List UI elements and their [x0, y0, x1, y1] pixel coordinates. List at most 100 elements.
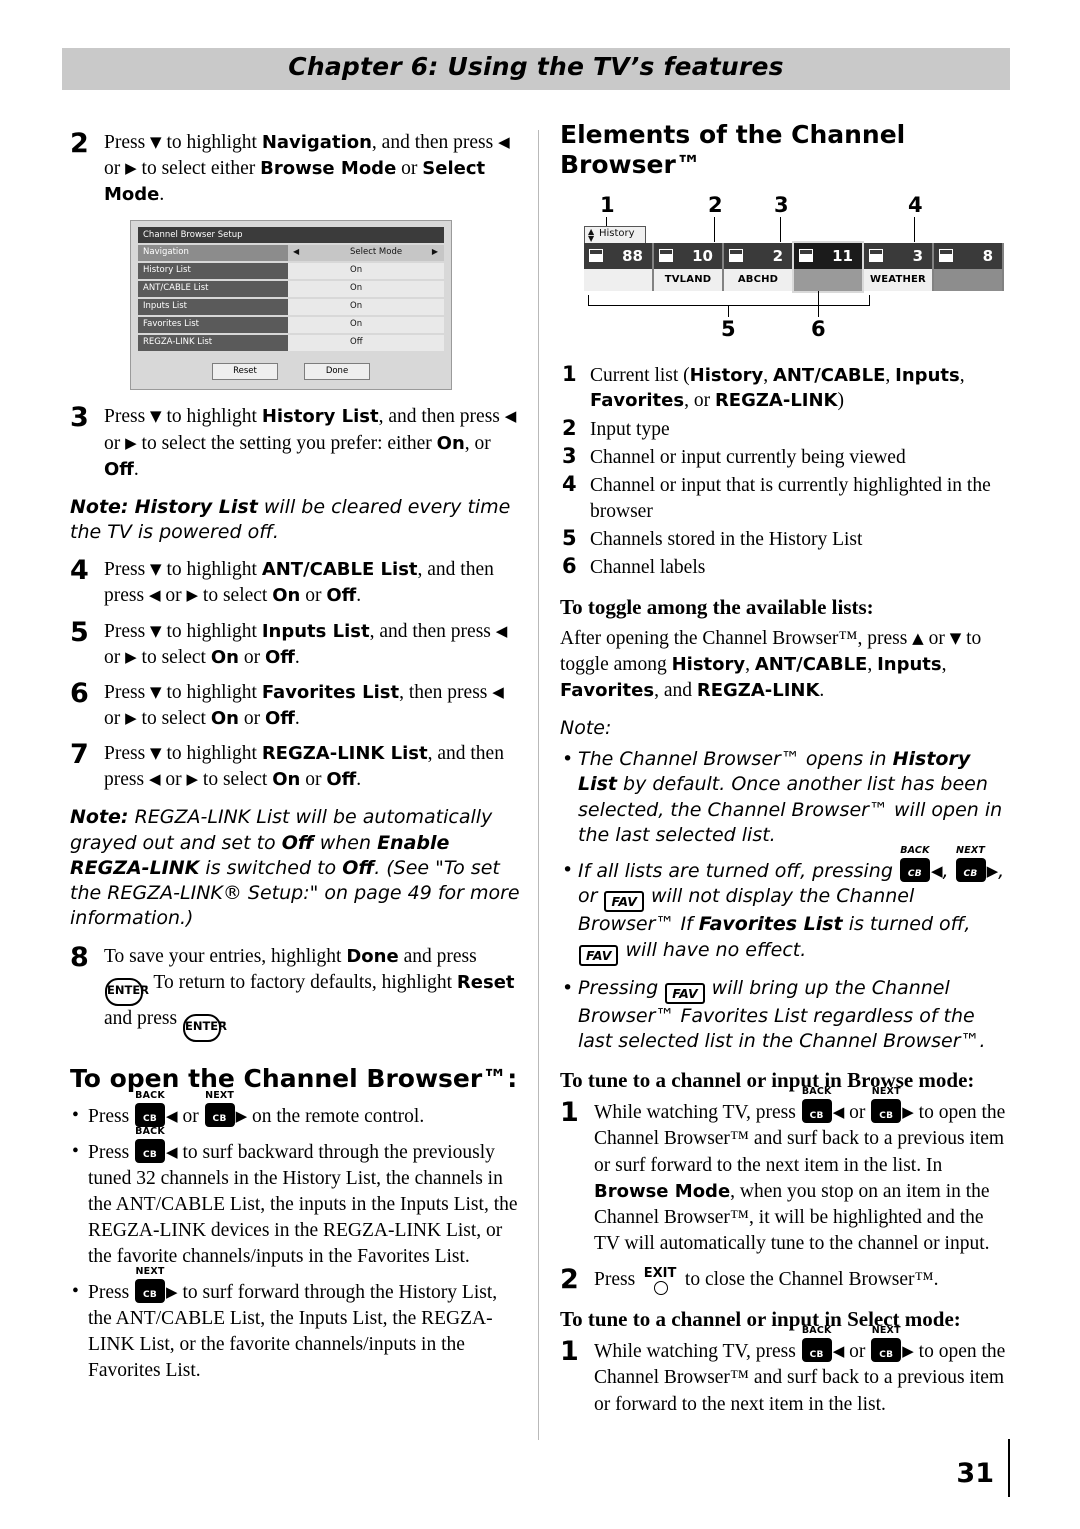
next-cb-key-icon[interactable]: NEXT CB: [871, 1325, 902, 1363]
menu-row-favorites-list[interactable]: Favorites List On: [138, 317, 444, 334]
enter-key-icon[interactable]: ENTER: [182, 1013, 227, 1042]
key-top-label: BACK: [900, 845, 930, 857]
t: Press: [88, 1281, 135, 1303]
legend-number: 5: [562, 526, 577, 551]
t: , then press: [399, 681, 493, 703]
term-regza-link-list: REGZA-LINK List: [261, 743, 428, 765]
term-ant-cable: ANT/CABLE: [772, 365, 886, 386]
leader-line-5: [728, 305, 729, 317]
step-3: 3 Press ▼ to highlight History List, and…: [70, 402, 520, 482]
browser-cell-2[interactable]: 10 TVLAND: [654, 243, 722, 291]
key-label: CB: [963, 869, 978, 880]
leader-line-4: [914, 217, 915, 242]
menu-row-navigation[interactable]: Navigation ◀ Select Mode ▶: [138, 245, 444, 262]
input-type-icon: [729, 249, 743, 262]
fav-key-icon[interactable]: FAV: [579, 944, 619, 966]
next-cb-key-icon[interactable]: NEXT CB: [135, 1266, 166, 1303]
footer-rule: [1008, 1439, 1010, 1497]
channel-browser-bar: 88 10 TVLAND 2 ABCHD 11 3 WEATHER 8: [584, 241, 1004, 293]
menu-row-history-list[interactable]: History List On: [138, 263, 444, 280]
step-number: 2: [560, 1264, 579, 1296]
key-label: CB: [809, 1350, 824, 1361]
term-history-list: History List: [261, 406, 379, 428]
t: or: [923, 627, 950, 649]
leader-line-6: [818, 291, 819, 317]
browser-cell-3[interactable]: 2 ABCHD: [724, 243, 792, 291]
step-text: Press: [104, 132, 151, 153]
heading-browse-mode: To tune to a channel or input in Browse …: [560, 1068, 975, 1093]
term-off: Off: [281, 831, 314, 854]
back-cb-key-icon[interactable]: BACK CB: [899, 845, 930, 883]
term-on: On: [272, 585, 301, 607]
t: by default. Once another list has been s…: [578, 773, 1003, 846]
back-cb-key-icon[interactable]: BACK CB: [135, 1090, 166, 1128]
term-inputs: Inputs: [877, 653, 942, 675]
fav-key-icon[interactable]: FAV: [665, 982, 705, 1004]
note-label: Note:: [70, 495, 129, 518]
menu-row-ant-cable-list[interactable]: ANT/CABLE List On: [138, 281, 444, 298]
select-step-1: 1 While watching TV, press BACK CB ◀ or NE…: [560, 1325, 1012, 1417]
arrow-right-icon: ▶: [235, 1107, 248, 1126]
input-type-icon: [799, 249, 813, 262]
term-off: Off: [104, 458, 134, 480]
channel-browser-diagram: 1 2 3 4 ▲ ▼ History 88 10 TVLAND 2 ABCHD…: [578, 193, 1008, 355]
arrow-left-icon: ◀: [832, 1103, 845, 1122]
left-column: 2 Press ▼ to highlight Navigation, and t…: [70, 128, 520, 1392]
t: or: [160, 769, 187, 791]
back-cb-key-icon[interactable]: BACK CB: [135, 1126, 166, 1164]
heading-elements: Elements of the Channel Browser™: [560, 120, 906, 179]
enter-key-icon[interactable]: ENTER: [105, 977, 149, 1006]
step-number: 1: [560, 1097, 579, 1129]
arrow-down-icon: ▼: [150, 682, 162, 701]
channel-label: WEATHER: [864, 269, 932, 291]
next-cb-key-icon[interactable]: NEXT CB: [955, 845, 986, 883]
exit-key-icon[interactable]: EXIT: [641, 1266, 679, 1296]
arrow-right-icon[interactable]: ▶: [432, 247, 438, 256]
reset-button[interactable]: Reset: [212, 363, 278, 381]
browser-cell-1[interactable]: 88: [584, 243, 652, 291]
t: ,: [867, 653, 878, 675]
key-circle: [654, 1281, 669, 1296]
leader-line-2: [714, 217, 715, 242]
legend-item-3: 3 Channel or input currently being viewed: [560, 444, 1012, 470]
legend-item-5: 5 Channels stored in the History List: [560, 526, 1012, 552]
channel-label: [584, 269, 652, 291]
browser-cell-4-highlighted[interactable]: 11: [792, 241, 864, 293]
t: ,: [763, 365, 773, 386]
browser-cell-6[interactable]: 8: [934, 243, 1002, 291]
back-cb-key-icon[interactable]: BACK CB: [801, 1325, 832, 1363]
term-on: On: [210, 646, 239, 668]
t: While watching TV, press: [594, 1102, 801, 1124]
step-number: 1: [560, 1336, 579, 1368]
legend-item-2: 2 Input type: [560, 416, 1012, 442]
menu-row-regza-link-list[interactable]: REGZA-LINK List Off: [138, 335, 444, 352]
arrow-left-icon: ◀: [166, 1143, 178, 1162]
menu-row-value-wrap: ◀ Select Mode ▶: [288, 245, 444, 262]
t: Press: [104, 559, 151, 581]
next-cb-key-icon[interactable]: NEXT CB: [204, 1090, 235, 1128]
term-browse-mode: Browse Mode: [594, 1180, 731, 1202]
arrow-up-icon: ▲: [912, 628, 924, 647]
menu-row-inputs-list[interactable]: Inputs List On: [138, 299, 444, 316]
leader-line-3: [780, 217, 781, 242]
arrow-down-icon: ▼: [949, 628, 962, 647]
browser-cell-5[interactable]: 3 WEATHER: [864, 243, 932, 291]
key-top-label: NEXT: [871, 1325, 901, 1337]
t: .: [356, 585, 362, 607]
channel-number: 2: [772, 247, 783, 265]
back-cb-key-icon[interactable]: BACK CB: [801, 1086, 832, 1124]
term-off: Off: [264, 646, 295, 668]
done-button[interactable]: Done: [304, 363, 370, 381]
arrow-left-icon: ◀: [148, 586, 161, 605]
page-number: 31: [956, 1458, 994, 1489]
arrow-left-icon: ◀: [504, 407, 517, 426]
t: or: [844, 1341, 871, 1363]
arrow-left-icon[interactable]: ◀: [293, 247, 299, 256]
next-cb-key-icon[interactable]: NEXT CB: [871, 1086, 902, 1124]
fav-key-icon[interactable]: FAV: [604, 891, 644, 913]
t: Press: [88, 1142, 135, 1164]
arrow-left-icon: ◀: [498, 133, 510, 151]
legend-text: Channel or input currently being viewed: [590, 447, 906, 469]
up-down-arrows-icon: ▲ ▼: [588, 227, 595, 243]
step-7: 7 Press ▼ to highlight REGZA-LINK List, …: [70, 739, 520, 793]
